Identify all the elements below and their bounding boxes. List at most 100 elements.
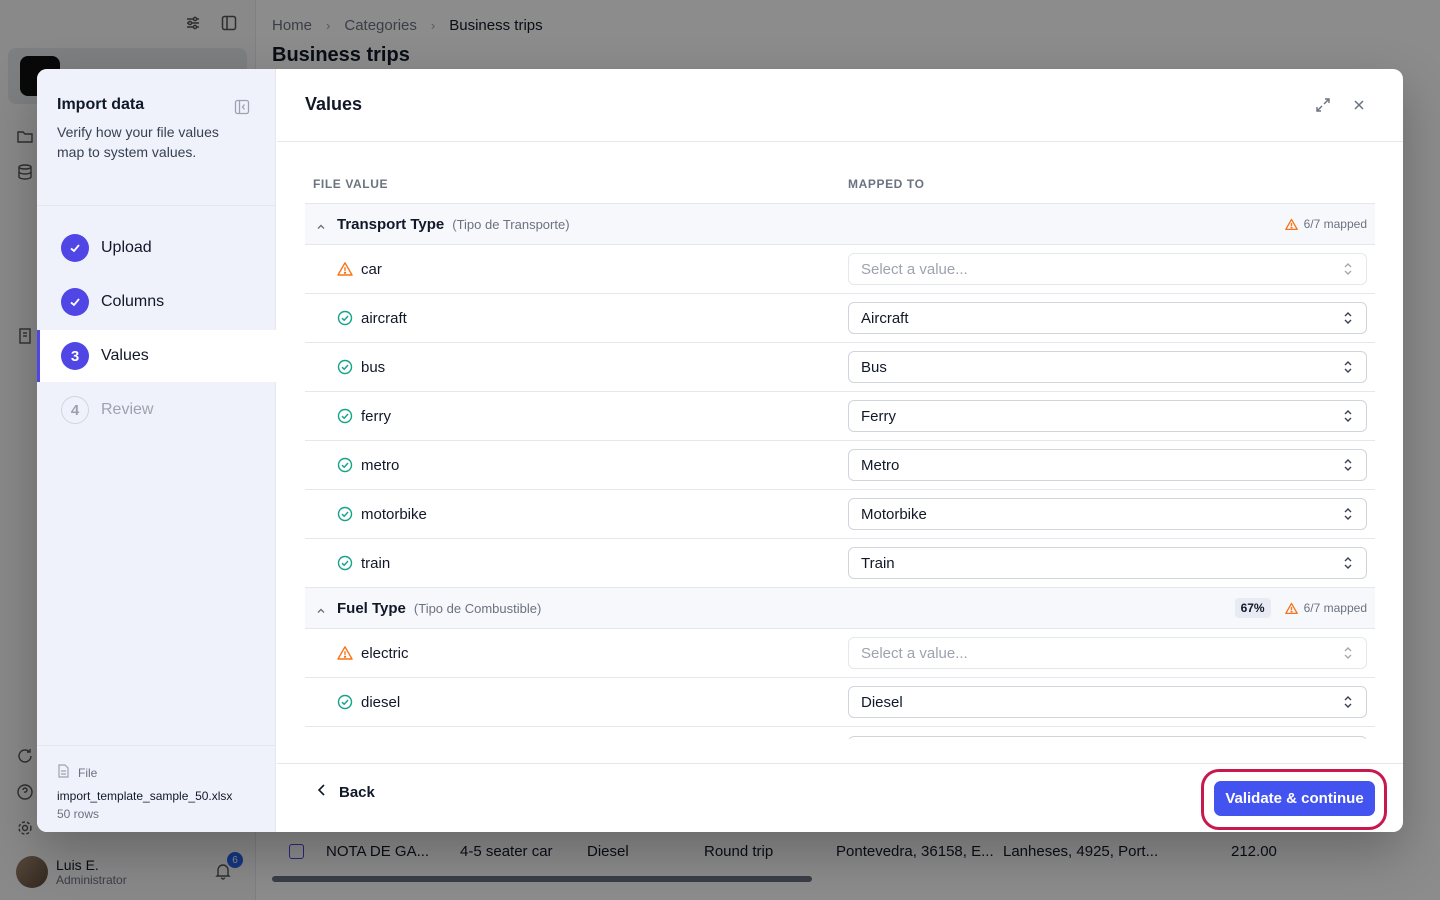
- file-value: metro: [361, 456, 400, 474]
- file-value: electric: [361, 644, 409, 662]
- step-label: Columns: [101, 293, 165, 310]
- import-steps-panel: Import data Verify how your file values …: [37, 69, 276, 832]
- mapping-row: train Train: [305, 539, 1375, 588]
- mapping-row: diesel Diesel: [305, 678, 1375, 727]
- step-label: Values: [101, 347, 149, 364]
- mapped-value-select[interactable]: Select a value...: [848, 253, 1367, 285]
- mapped-value-select[interactable]: Train: [848, 547, 1367, 579]
- group-status: 67% 6/7 mapped: [1234, 598, 1367, 618]
- import-description: Verify how your file values map to syste…: [57, 124, 219, 160]
- selected-value: Diesel: [861, 693, 903, 711]
- column-header-mapped-to: MAPPED TO: [848, 177, 925, 191]
- mapping-group-header[interactable]: Transport Type (Tipo de Transporte) 6/7 ma…: [305, 204, 1375, 245]
- mapping-group-header[interactable]: Fuel Type (Tipo de Combustible) 67% 6/7 map…: [305, 588, 1375, 629]
- file-label: File: [78, 765, 98, 780]
- chevron-up-down-icon: [1342, 311, 1354, 325]
- step-number: 3: [61, 342, 89, 370]
- close-icon[interactable]: [1350, 96, 1368, 114]
- mapping-row: metro Metro: [305, 441, 1375, 490]
- modal-header: Values: [277, 69, 1403, 142]
- selected-value: Metro: [861, 456, 900, 474]
- check-circle-icon: [337, 408, 353, 424]
- file-value: aircraft: [361, 309, 407, 327]
- validate-continue-button[interactable]: Validate & continue: [1214, 781, 1375, 816]
- check-icon: [61, 234, 89, 262]
- select-placeholder: Select a value...: [861, 260, 968, 278]
- modal-footer: Back Validate & continue: [277, 763, 1403, 832]
- file-value: bus: [361, 358, 386, 376]
- mapping-row: aircraft Aircraft: [305, 294, 1375, 343]
- chevron-up-down-icon: [1342, 409, 1354, 423]
- group-subtitle: (Tipo de Transporte): [452, 216, 570, 232]
- step-values[interactable]: 3 Values: [37, 330, 276, 382]
- step-label: Review: [101, 401, 154, 418]
- chevron-up-down-icon: [1342, 695, 1354, 709]
- chevron-up-icon[interactable]: [316, 219, 326, 229]
- selected-value: Bus: [861, 358, 887, 376]
- column-header-file-value: FILE VALUE: [313, 177, 389, 191]
- file-row-count: 50 rows: [57, 807, 100, 821]
- mapping-row: ferry Ferry: [305, 392, 1375, 441]
- collapse-panel-icon[interactable]: [234, 99, 250, 115]
- chevron-up-down-icon: [1342, 360, 1354, 374]
- mapped-value-select[interactable]: Diesel: [848, 686, 1367, 718]
- chevron-up-down-icon: [1342, 507, 1354, 521]
- mapping-row: bus Bus: [305, 343, 1375, 392]
- value-mapping-table: Transport Type (Tipo de Transporte) 6/7 ma…: [305, 203, 1375, 739]
- file-value: ferry: [361, 407, 391, 425]
- mapped-value-select[interactable]: Ferry: [848, 400, 1367, 432]
- expand-icon[interactable]: [1314, 96, 1332, 114]
- modal-title: Values: [305, 94, 363, 114]
- divider: [37, 205, 276, 206]
- warning-icon: [337, 261, 353, 277]
- selected-value: Ferry: [861, 407, 896, 425]
- mapped-value-select[interactable]: [848, 736, 1367, 739]
- import-title: Import data: [57, 96, 145, 113]
- chevron-up-icon[interactable]: [316, 603, 326, 613]
- mapped-value-select[interactable]: Bus: [848, 351, 1367, 383]
- warning-icon: [1284, 602, 1298, 615]
- file-name: import_template_sample_50.xlsx: [57, 789, 233, 803]
- mapped-value-select[interactable]: Aircraft: [848, 302, 1367, 334]
- file-info: File import_template_sample_50.xlsx 50 r…: [37, 745, 276, 832]
- group-status: 6/7 mapped: [1284, 217, 1367, 231]
- import-data-modal: Import data Verify how your file values …: [37, 69, 1403, 832]
- chevron-up-down-icon: [1342, 458, 1354, 472]
- step-columns[interactable]: Columns: [37, 276, 276, 328]
- file-value: train: [361, 554, 391, 572]
- group-name: Fuel Type (Tipo de Combustible): [337, 599, 542, 617]
- check-circle-icon: [337, 359, 353, 375]
- mapping-row: [305, 727, 1375, 739]
- warning-icon: [1284, 218, 1298, 231]
- mapped-value-select[interactable]: Metro: [848, 449, 1367, 481]
- mapped-value-select[interactable]: Select a value...: [848, 637, 1367, 669]
- check-circle-icon: [337, 506, 353, 522]
- check-circle-icon: [337, 310, 353, 326]
- selected-value: Motorbike: [861, 505, 927, 523]
- back-label: Back: [339, 783, 375, 801]
- chevron-up-down-icon: [1342, 262, 1354, 276]
- file-value: motorbike: [361, 505, 427, 523]
- back-button[interactable]: Back: [317, 783, 375, 801]
- values-panel: Values FILE VALUE MAPPED TO Transport Ty…: [277, 69, 1403, 832]
- step-upload[interactable]: Upload: [37, 222, 276, 274]
- step-number: 4: [61, 396, 89, 424]
- group-subtitle: (Tipo de Combustible): [413, 600, 542, 616]
- chevron-up-down-icon: [1342, 556, 1354, 570]
- step-label: Upload: [101, 239, 152, 256]
- group-name: Transport Type (Tipo de Transporte): [337, 215, 570, 233]
- check-icon: [61, 288, 89, 316]
- check-circle-icon: [337, 555, 353, 571]
- file-value: diesel: [361, 693, 401, 711]
- mapped-count: 6/7 mapped: [1303, 217, 1367, 231]
- selected-value: Train: [861, 554, 895, 572]
- check-circle-icon: [337, 457, 353, 473]
- mapped-count: 6/7 mapped: [1303, 601, 1367, 615]
- mapping-row: car Select a value...: [305, 245, 1375, 294]
- mapped-value-select[interactable]: Motorbike: [848, 498, 1367, 530]
- percent-badge: 67%: [1234, 598, 1271, 618]
- select-placeholder: Select a value...: [861, 644, 968, 662]
- step-review: 4 Review: [37, 384, 276, 436]
- file-value: car: [361, 260, 382, 278]
- mapping-row: motorbike Motorbike: [305, 490, 1375, 539]
